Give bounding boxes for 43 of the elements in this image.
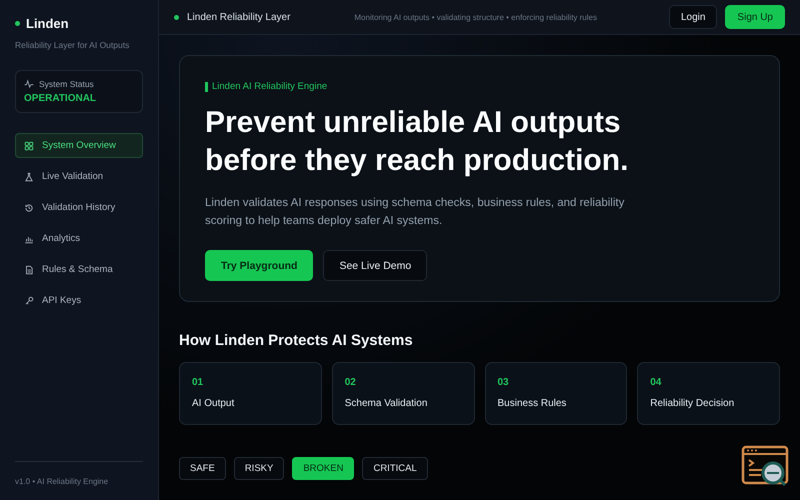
brand-name: Linden bbox=[26, 16, 69, 31]
step-label: Reliability Decision bbox=[650, 398, 736, 409]
nav-item[interactable]: Analytics bbox=[15, 226, 143, 251]
version-text: v1.0 • AI Reliability Engine bbox=[15, 461, 143, 486]
nav-item[interactable]: Rules & Schema bbox=[15, 257, 143, 282]
step-number: 01 bbox=[192, 377, 204, 388]
tagline: Reliability Layer for AI Outputs bbox=[15, 40, 130, 50]
step-label: AI Output bbox=[192, 398, 236, 409]
step-number: 02 bbox=[344, 377, 357, 388]
section-heading: How Linden Protects AI Systems bbox=[179, 332, 414, 349]
step-number: 03 bbox=[498, 377, 510, 388]
nav-item[interactable]: Live Validation bbox=[15, 164, 143, 189]
page-title: Linden Reliability Layer bbox=[187, 12, 290, 22]
secondary-button[interactable]: See Live Demo bbox=[323, 250, 428, 281]
pulse-icon bbox=[24, 79, 34, 89]
hero-heading: Prevent unreliable AI outputs before they reach production. bbox=[205, 105, 630, 179]
nav-icon bbox=[24, 296, 34, 306]
step-number: 04 bbox=[650, 377, 662, 388]
nav-item[interactable]: API Keys bbox=[15, 288, 143, 313]
nav-item[interactable]: System Overview bbox=[15, 133, 143, 158]
status-dot bbox=[174, 14, 179, 20]
filter-chip[interactable]: BROKEN bbox=[292, 457, 354, 480]
eyebrow-label: Linden AI Reliability Engine bbox=[212, 81, 328, 92]
nav-icon bbox=[24, 264, 34, 274]
primary-button[interactable]: Try Playground bbox=[205, 250, 314, 281]
filter-chip[interactable]: RISKY bbox=[234, 457, 284, 480]
status-ticker: Monitoring AI outputs • validating structure • enforcing reliability rules bbox=[353, 12, 598, 22]
hero-description: Linden validates AI responses using schema checks, business rules, and reliability scoring to help teams deploy safer AI systems. bbox=[205, 196, 625, 229]
nav-icon bbox=[24, 172, 34, 182]
primary-button[interactable]: Sign Up bbox=[725, 5, 785, 29]
accent-bar bbox=[205, 82, 208, 92]
nav-icon bbox=[24, 140, 34, 150]
nav-item[interactable]: Validation History bbox=[15, 195, 143, 220]
nav-icon bbox=[24, 202, 34, 212]
status-label: System Status bbox=[39, 79, 94, 89]
code-search-icon[interactable] bbox=[741, 445, 791, 489]
step-label: Schema Validation bbox=[344, 398, 428, 409]
secondary-button[interactable]: Login bbox=[668, 5, 718, 29]
status-dot bbox=[15, 21, 20, 26]
step-label: Business Rules bbox=[498, 398, 568, 409]
filter-chip[interactable]: SAFE bbox=[179, 457, 226, 480]
status-value: OPERATIONAL bbox=[24, 93, 98, 104]
filter-chip[interactable]: CRITICAL bbox=[362, 457, 428, 480]
